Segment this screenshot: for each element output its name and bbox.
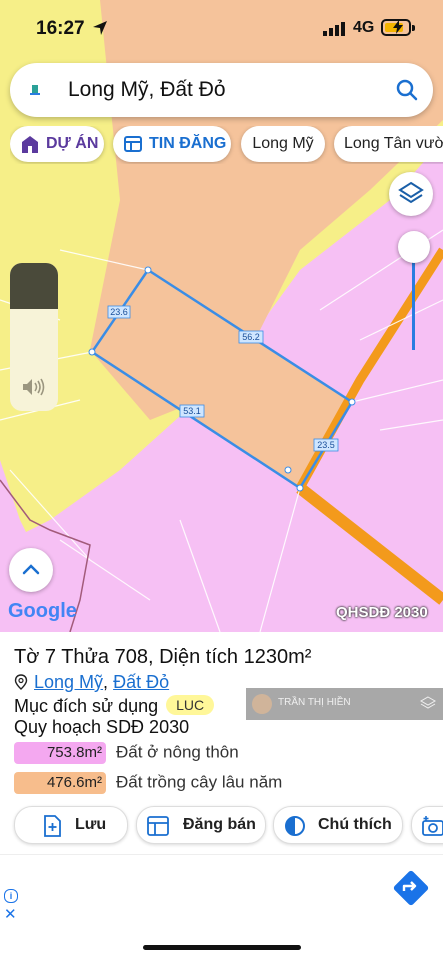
volume-hud (10, 263, 58, 411)
chip-long-tan[interactable]: Long Tân vườ (334, 126, 443, 162)
listing-icon (147, 816, 169, 836)
parcel-location: Long Mỹ, Đất Đỏ (14, 672, 169, 693)
avatar (252, 694, 272, 714)
user-name: TRẦN THỊ HIỀN (278, 697, 351, 708)
building-icon (22, 135, 38, 153)
save-button[interactable]: Lưu (14, 806, 128, 844)
search-bar[interactable]: Long Mỹ, Đất Đỏ (10, 63, 433, 117)
zone-name: Đất trồng cây lâu năm (116, 772, 283, 792)
chip-label: Long Tân vườ (344, 135, 443, 152)
user-overlay: TRẦN THỊ HIỀN (246, 688, 443, 720)
zone-name: Đất ở nông thôn (116, 742, 239, 762)
legend-label: Chú thích (318, 816, 392, 833)
layers-icon (398, 181, 424, 204)
stack-icon (420, 696, 436, 709)
location-pin-icon (14, 674, 28, 690)
chip-long-my[interactable]: Long Mỹ (241, 126, 325, 162)
parcel-info-panel: Tờ 7 Thửa 708, Diện tích 1230m² Long Mỹ,… (0, 632, 443, 854)
signal-icon (323, 22, 345, 36)
search-input[interactable]: Long Mỹ, Đất Đỏ (68, 78, 226, 102)
chip-du-an[interactable]: DỰ ÁN (10, 126, 104, 162)
directions-icon[interactable] (392, 869, 430, 907)
zone-area: 753.8m² (14, 742, 106, 764)
camera-button[interactable] (411, 806, 443, 844)
map-view[interactable]: 23.6 56.2 53.1 23.5 16:27 4G Long Mỹ, Đấ… (0, 0, 443, 632)
opacity-slider-handle[interactable] (398, 231, 430, 263)
home-indicator (143, 945, 301, 950)
chevron-up-icon (22, 564, 40, 575)
status-time: 16:27 (36, 18, 85, 39)
zone-area: 476.6m² (14, 772, 106, 794)
edge-label: 53.1 (183, 406, 201, 416)
commune-link[interactable]: Long Mỹ (34, 672, 103, 692)
opacity-slider-track[interactable] (412, 248, 415, 350)
action-bar: Lưu Đăng bán Chú thích (14, 806, 443, 844)
google-wordmark: Google (8, 600, 77, 622)
filter-chips: DỰ ÁN TIN ĐĂNG Long Mỹ Long Tân vườ (10, 126, 443, 164)
zone-row: 476.6m² Đất trồng cây lâu năm (14, 772, 282, 794)
edge-label: 56.2 (242, 332, 260, 342)
location-separator: , (103, 672, 109, 692)
location-arrow-icon (93, 21, 107, 35)
expand-button[interactable] (9, 548, 53, 592)
chip-label: TIN ĐĂNG (149, 135, 227, 152)
network-type: 4G (353, 19, 375, 36)
save-label: Lưu (75, 816, 107, 833)
edge-label: 23.6 (110, 307, 128, 317)
post-sale-label: Đăng bán (183, 816, 256, 833)
layer-label: QHSDĐ 2030 (336, 604, 428, 621)
ad-info-icon[interactable]: i (4, 889, 18, 903)
post-sale-button[interactable]: Đăng bán (136, 806, 266, 844)
land-use-purpose: Mục đích sử dụng LUC (14, 695, 215, 717)
listing-icon (124, 135, 142, 152)
chip-tin-dang[interactable]: TIN ĐĂNG (113, 126, 231, 162)
zone-row: 753.8m² Đất ở nông thôn (14, 742, 239, 764)
legend-button[interactable]: Chú thích (273, 806, 403, 844)
contrast-icon (285, 816, 305, 836)
add-file-icon (44, 815, 61, 837)
ad-banner[interactable]: i ✕ (0, 854, 443, 927)
layers-button[interactable] (389, 172, 433, 216)
google-logo: Google (8, 600, 77, 623)
charging-icon (393, 20, 403, 34)
edge-label: 23.5 (317, 440, 335, 450)
district-link[interactable]: Đất Đỏ (113, 672, 169, 692)
app-logo-icon (30, 85, 40, 95)
ad-close-icon[interactable]: ✕ (4, 905, 17, 923)
status-bar: 16:27 4G (0, 0, 443, 60)
parcel-title: Tờ 7 Thửa 708, Diện tích 1230m² (14, 646, 312, 668)
speaker-icon (23, 378, 45, 396)
planning-heading: Quy hoạch SDĐ 2030 (14, 717, 190, 737)
chip-label: Long Mỹ (252, 135, 314, 152)
chip-label: DỰ ÁN (46, 135, 99, 152)
land-use-badge: LUC (166, 695, 215, 715)
purpose-label: Mục đích sử dụng (14, 696, 159, 716)
camera-add-icon (422, 816, 443, 836)
search-icon[interactable] (395, 78, 419, 102)
